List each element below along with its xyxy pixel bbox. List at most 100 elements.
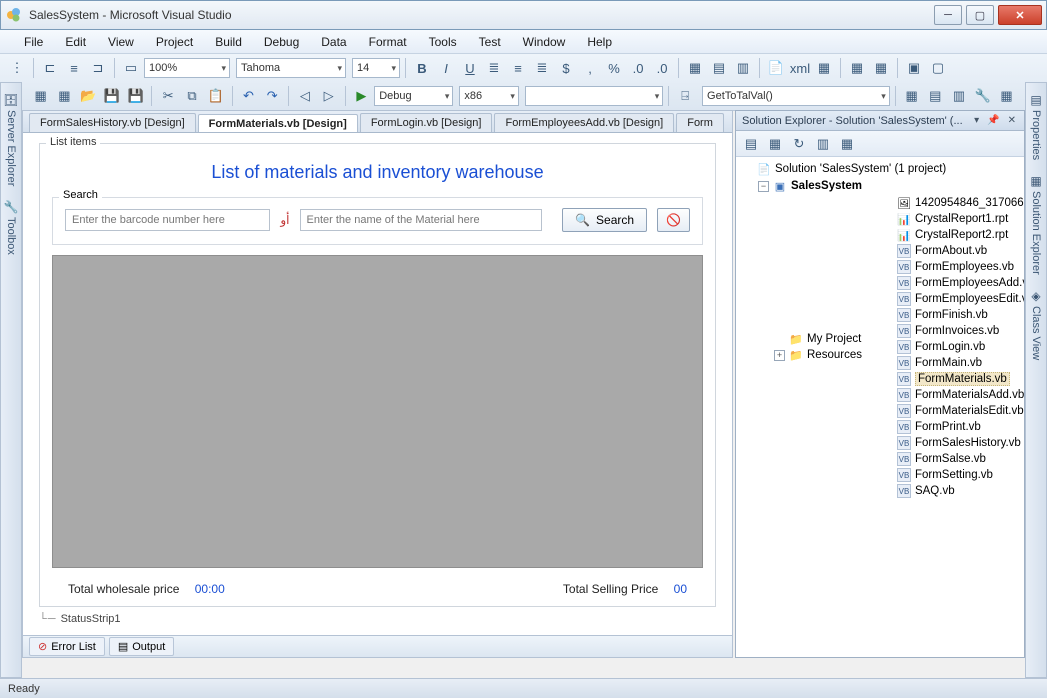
platform-combo[interactable]: x86 xyxy=(459,86,518,106)
file-node[interactable]: VBFormLogin.vb xyxy=(882,339,1024,355)
document-tab[interactable]: FormLogin.vb [Design] xyxy=(360,113,493,132)
copy-icon[interactable]: ⧉ xyxy=(181,85,203,107)
group-icon[interactable]: ▦ xyxy=(684,57,706,79)
align-center-icon[interactable]: ≡ xyxy=(63,57,85,79)
new-project-icon[interactable]: ▦ xyxy=(30,85,52,107)
italic-icon[interactable]: I xyxy=(435,57,457,79)
layout-icon[interactable]: ▦ xyxy=(846,57,868,79)
file-node[interactable]: VBFormEmployeesEdit.vb xyxy=(882,291,1024,307)
font-family-combo[interactable]: Tahoma xyxy=(236,58,346,78)
file-node[interactable]: VBFormSetting.vb xyxy=(882,467,1024,483)
document-tab[interactable]: FormMaterials.vb [Design] xyxy=(198,114,358,133)
xml-icon[interactable]: xml xyxy=(789,57,811,79)
bring-front-icon[interactable]: ▣ xyxy=(903,57,925,79)
file-node[interactable]: VBFormMaterialsAdd.vb xyxy=(882,387,1024,403)
script-icon[interactable]: 📄 xyxy=(765,57,787,79)
error-list-tab[interactable]: ⊘Error List xyxy=(29,637,105,656)
ungroup-icon[interactable]: ▤ xyxy=(708,57,730,79)
solution-tree[interactable]: 📄 Solution 'SalesSystem' (1 project) − ▣… xyxy=(736,157,1024,657)
file-node[interactable]: VBFormMaterialsEdit.vb xyxy=(882,403,1024,419)
properties-icon[interactable]: ▤ xyxy=(924,85,946,107)
file-node[interactable]: VBSAQ.vb xyxy=(882,483,1024,499)
method-combo[interactable]: GetToTalVal() xyxy=(702,86,890,106)
start-debug-icon[interactable]: ▶ xyxy=(350,85,372,107)
font-size-combo[interactable]: 14 xyxy=(352,58,400,78)
minimize-button[interactable]: ─ xyxy=(934,5,962,25)
document-tab[interactable]: FormEmployeesAdd.vb [Design] xyxy=(494,113,674,132)
menu-help[interactable]: Help xyxy=(577,32,622,52)
document-tab[interactable]: FormSalesHistory.vb [Design] xyxy=(29,113,196,132)
pin-icon[interactable]: 📌 xyxy=(985,115,1001,126)
search-button[interactable]: 🔍 Search xyxy=(562,208,647,232)
file-node[interactable]: VBFormAbout.vb xyxy=(882,243,1024,259)
text-align-right-icon[interactable]: ≣ xyxy=(531,57,553,79)
properties-icon[interactable]: ▤ xyxy=(740,133,762,155)
myproject-node[interactable]: 📁 My Project xyxy=(774,331,862,347)
close-button[interactable]: ✕ xyxy=(998,5,1042,25)
step-icon[interactable]: ⍈ xyxy=(674,85,696,107)
text-align-left-icon[interactable]: ≣ xyxy=(483,57,505,79)
menu-file[interactable]: File xyxy=(14,32,53,52)
menu-view[interactable]: View xyxy=(98,32,144,52)
show-all-icon[interactable]: ▦ xyxy=(764,133,786,155)
refresh-icon[interactable]: ↻ xyxy=(788,133,810,155)
menu-tools[interactable]: Tools xyxy=(419,32,467,52)
paste-icon[interactable]: 📋 xyxy=(205,85,227,107)
nav-back-icon[interactable]: ◁ xyxy=(294,85,316,107)
data-grid[interactable] xyxy=(52,255,703,568)
menu-data[interactable]: Data xyxy=(311,32,356,52)
decrease-decimal-icon[interactable]: .0 xyxy=(651,57,673,79)
bold-icon[interactable]: B xyxy=(411,57,433,79)
align-left-icon[interactable]: ⊏ xyxy=(39,57,61,79)
menu-test[interactable]: Test xyxy=(469,32,511,52)
zoom-combo[interactable]: 100% xyxy=(144,58,230,78)
view-code-icon[interactable]: ▥ xyxy=(812,133,834,155)
file-node[interactable]: VBFormEmployeesAdd.vb xyxy=(882,275,1024,291)
document-tab[interactable]: Form xyxy=(676,113,724,132)
undo-icon[interactable]: ↶ xyxy=(238,85,260,107)
save-icon[interactable]: 💾 xyxy=(101,85,123,107)
find-combo[interactable] xyxy=(525,86,663,106)
output-tab[interactable]: ▤Output xyxy=(109,637,174,656)
underline-icon[interactable]: U xyxy=(459,57,481,79)
nav-fwd-icon[interactable]: ▷ xyxy=(318,85,340,107)
class-view-tab[interactable]: ◈Class View xyxy=(1030,285,1042,364)
comma-icon[interactable]: , xyxy=(579,57,601,79)
file-node[interactable]: VBFormInvoices.vb xyxy=(882,323,1024,339)
solution-explorer-tab[interactable]: ▦Solution Explorer xyxy=(1030,170,1042,279)
collapse-icon[interactable]: − xyxy=(758,181,769,192)
config-combo[interactable]: Debug xyxy=(374,86,453,106)
file-node[interactable]: VBFormSalse.vb xyxy=(882,451,1024,467)
material-name-input[interactable]: Enter the name of the Material here xyxy=(300,209,543,231)
toolbox-icon[interactable]: 🔧 xyxy=(972,85,994,107)
server-explorer-tab[interactable]: 🗄Server Explorer xyxy=(3,89,18,190)
open-icon[interactable]: 📂 xyxy=(77,85,99,107)
maximize-button[interactable]: ▢ xyxy=(966,5,994,25)
menu-format[interactable]: Format xyxy=(359,32,417,52)
align-right-icon[interactable]: ⊐ xyxy=(87,57,109,79)
menu-window[interactable]: Window xyxy=(513,32,576,52)
merge-icon[interactable]: ▥ xyxy=(732,57,754,79)
expand-icon[interactable]: + xyxy=(774,350,785,361)
currency-icon[interactable]: $ xyxy=(555,57,577,79)
toolbox-tab[interactable]: 🔧Toolbox xyxy=(4,196,19,259)
file-node[interactable]: VBFormEmployees.vb xyxy=(882,259,1024,275)
barcode-input[interactable]: Enter the barcode number here xyxy=(65,209,270,231)
solution-explorer-icon[interactable]: ▦ xyxy=(901,85,923,107)
file-node[interactable]: 📊CrystalReport1.rpt xyxy=(882,211,1024,227)
start-page-icon[interactable]: ▦ xyxy=(996,85,1018,107)
file-node[interactable]: VBFormMain.vb xyxy=(882,355,1024,371)
increase-decimal-icon[interactable]: .0 xyxy=(627,57,649,79)
file-node[interactable]: VBFormFinish.vb xyxy=(882,307,1024,323)
cut-icon[interactable]: ✂ xyxy=(157,85,179,107)
add-item-icon[interactable]: ▦ xyxy=(53,85,75,107)
schema-icon[interactable]: ▦ xyxy=(813,57,835,79)
file-node[interactable]: 📊CrystalReport2.rpt xyxy=(882,227,1024,243)
object-browser-icon[interactable]: ▥ xyxy=(948,85,970,107)
file-node[interactable]: VBFormPrint.vb xyxy=(882,419,1024,435)
solution-node[interactable]: 📄 Solution 'SalesSystem' (1 project) xyxy=(742,161,1022,177)
properties-tab[interactable]: ▤Properties xyxy=(1030,89,1042,164)
text-align-center-icon[interactable]: ≡ xyxy=(507,57,529,79)
component-tray[interactable]: └─ StatusStrip1 xyxy=(39,613,716,625)
redo-icon[interactable]: ↷ xyxy=(261,85,283,107)
